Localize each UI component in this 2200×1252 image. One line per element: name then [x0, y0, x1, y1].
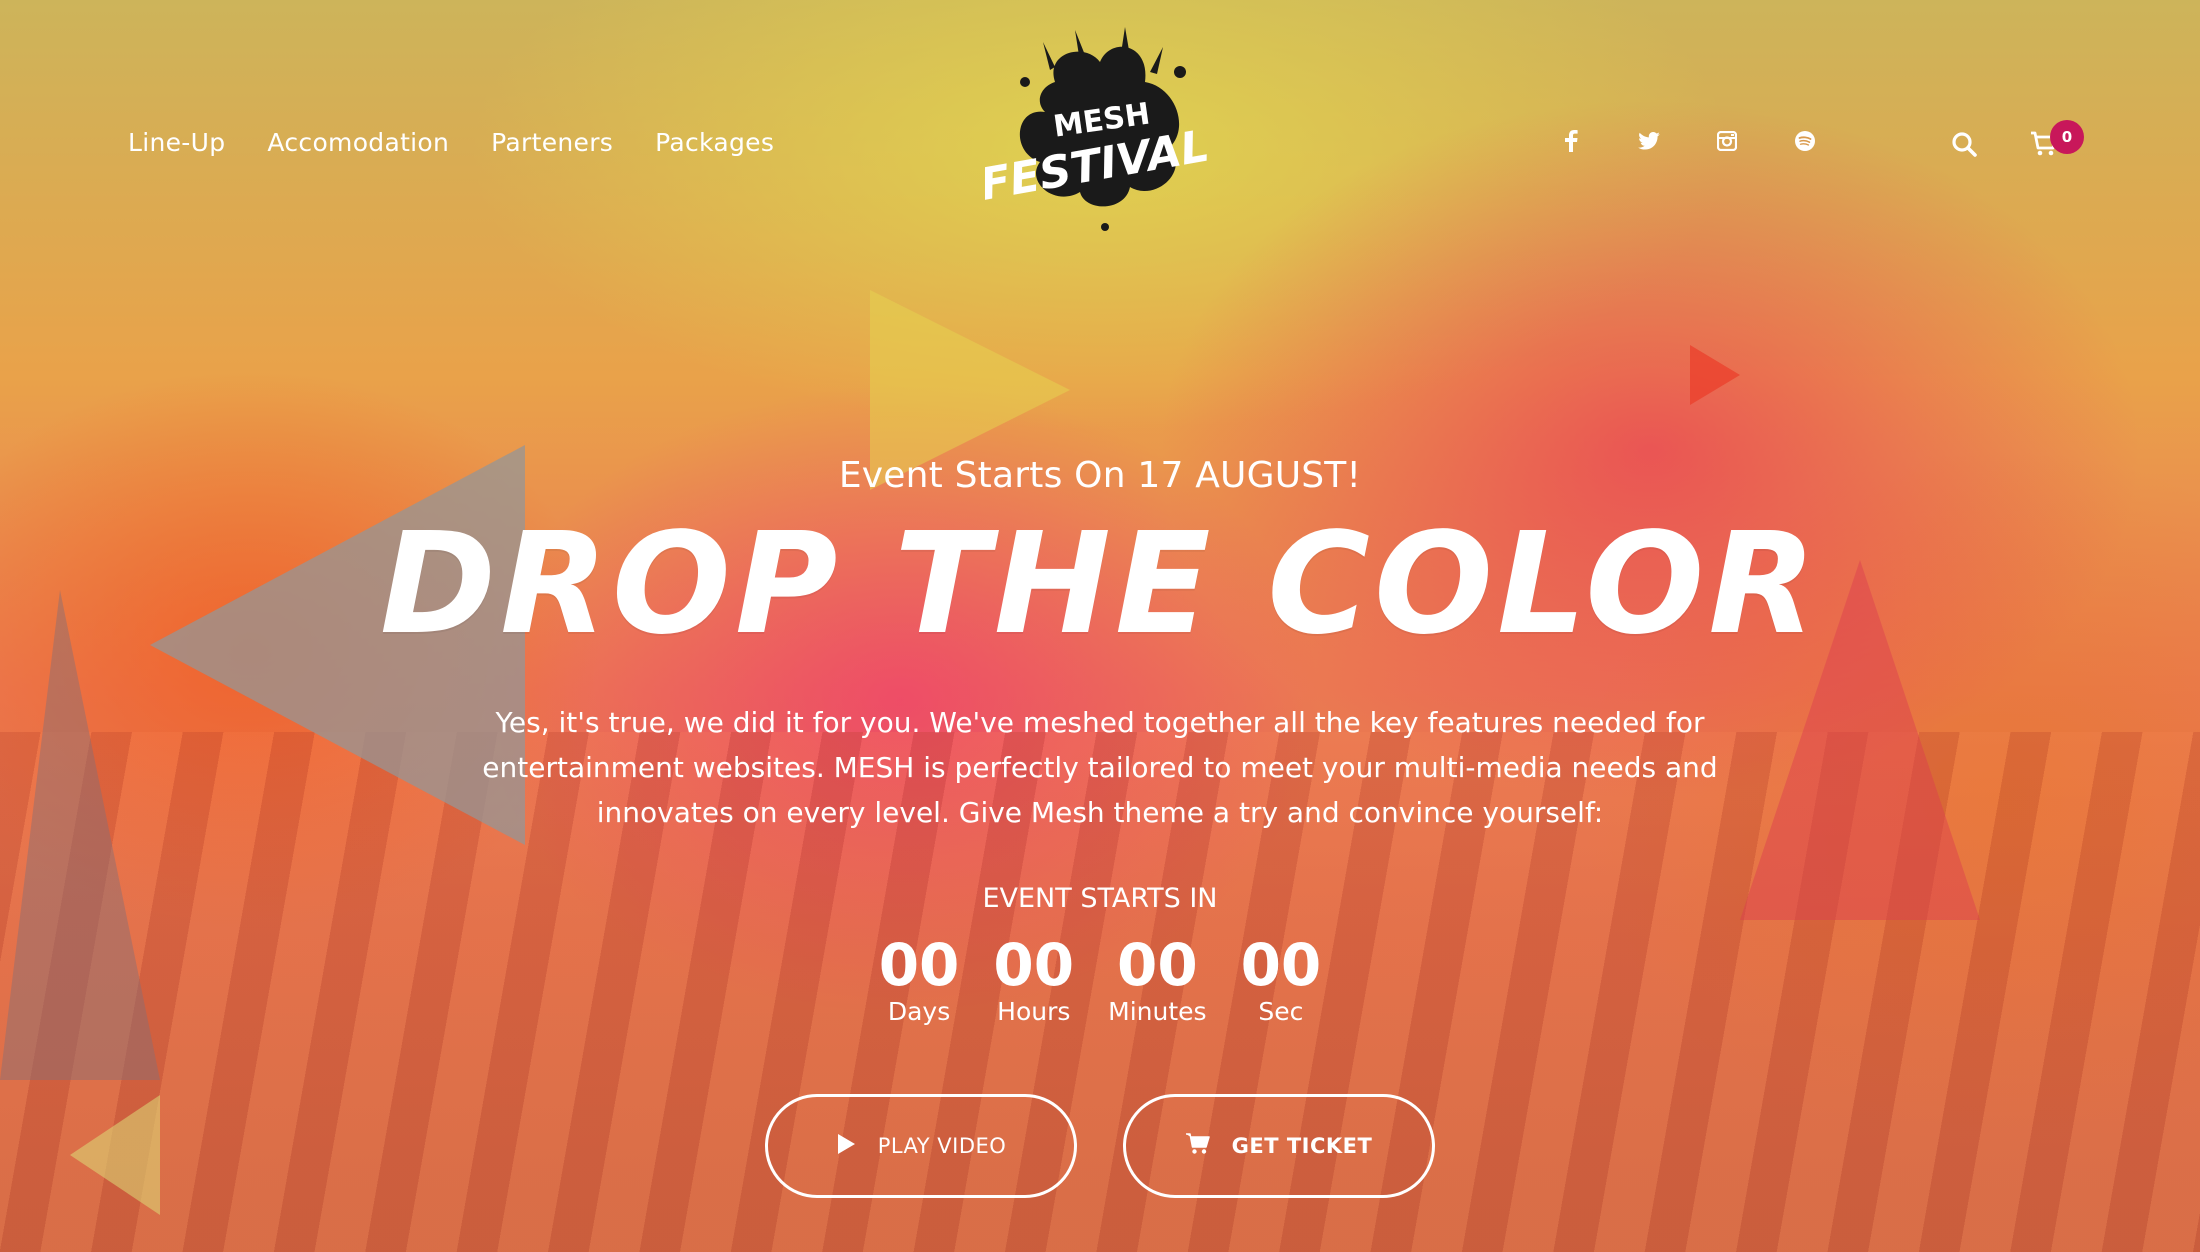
countdown-value: 00: [1240, 931, 1322, 999]
search-icon[interactable]: [1948, 128, 1980, 160]
instagram-icon[interactable]: [1716, 130, 1738, 152]
site-header: Line-Up Accomodation Parteners Packages …: [0, 0, 2200, 290]
countdown-seconds: 00 Sec: [1241, 934, 1322, 1028]
header-tools: [1948, 128, 2060, 160]
countdown-timer: 00 Days 00 Hours 00 Minutes 00 Sec: [0, 934, 2200, 1028]
play-video-button[interactable]: PLAY VIDEO: [765, 1094, 1077, 1198]
spotify-icon[interactable]: [1794, 130, 1816, 152]
get-ticket-label: GET TICKET: [1231, 1134, 1373, 1158]
twitter-icon[interactable]: [1638, 130, 1660, 152]
nav-item-parteners[interactable]: Parteners: [491, 128, 613, 157]
countdown-unit-label: Days: [887, 997, 951, 1026]
countdown-value: 00: [993, 931, 1075, 999]
countdown-unit-label: Sec: [1258, 997, 1304, 1026]
countdown-value: 00: [878, 931, 960, 999]
play-video-label: PLAY VIDEO: [877, 1134, 1007, 1158]
countdown-unit-label: Minutes: [1108, 997, 1207, 1026]
decor-triangle: [1690, 345, 1740, 405]
countdown-unit-label: Hours: [997, 997, 1071, 1026]
nav-item-accomodation[interactable]: Accomodation: [267, 128, 449, 157]
countdown-hours: 00 Hours: [993, 934, 1074, 1028]
hero-actions: PLAY VIDEO GET TICKET: [0, 1094, 2200, 1198]
cart-count-badge: 0: [2050, 120, 2084, 154]
hero-description: Yes, it's true, we did it for you. We've…: [482, 706, 1718, 829]
countdown-minutes: 00 Minutes: [1108, 934, 1206, 1028]
get-ticket-button[interactable]: GET TICKET: [1123, 1094, 1435, 1198]
countdown-days: 00 Days: [879, 934, 960, 1028]
nav-item-line-up[interactable]: Line-Up: [128, 128, 225, 157]
hero-section: Event Starts On 17 AUGUST! DROP THE COLO…: [0, 455, 2200, 1028]
nav-item-packages[interactable]: Packages: [655, 128, 774, 157]
facebook-icon[interactable]: [1560, 130, 1582, 152]
mesh-festival-logo[interactable]: MESH FESTIVAL: [976, 12, 1215, 242]
cart-icon: [1185, 1132, 1210, 1160]
main-nav: Line-Up Accomodation Parteners Packages: [128, 128, 774, 157]
countdown-value: 00: [1116, 931, 1198, 999]
hero-headline: DROP THE COLOR: [379, 503, 1821, 666]
social-links: [1560, 130, 1816, 152]
play-icon: [836, 1133, 856, 1160]
countdown-label: EVENT STARTS IN: [982, 883, 1218, 914]
event-date-text: Event Starts On 17 AUGUST!: [838, 455, 1362, 496]
